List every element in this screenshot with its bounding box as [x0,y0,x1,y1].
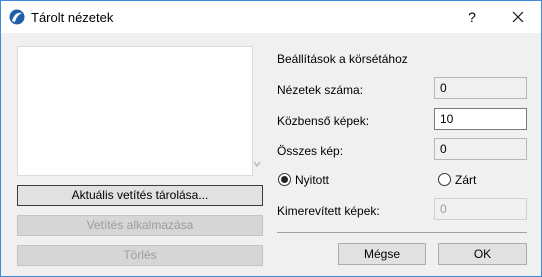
scroll-down-arrow-icon[interactable] [252,159,262,169]
close-icon [512,11,524,23]
frozen-images-label: Kimerevített képek: [277,204,380,218]
ok-button[interactable]: OK [438,243,527,265]
views-count-label: Nézetek száma: [277,83,364,97]
intermediate-images-label: Közbenső képek: [277,114,370,128]
title-bar: Tárolt nézetek ? [1,1,541,33]
radio-open[interactable] [278,173,291,186]
total-images-label: Összes kép: [277,144,344,158]
cancel-button[interactable]: Mégse [338,243,426,265]
delete-button[interactable]: Törlés [17,245,263,266]
radio-open-label[interactable]: Nyitott [295,173,329,187]
total-images-field: 0 [434,138,527,160]
help-button[interactable]: ? [449,1,495,33]
archicad-app-icon [9,9,25,25]
stored-views-list[interactable] [17,46,253,176]
views-count-field: 0 [434,77,527,99]
frozen-images-input[interactable]: 0 [434,198,527,220]
intermediate-images-input[interactable]: 10 [434,108,527,130]
radio-closed-label[interactable]: Zárt [455,173,476,187]
dialog-window: Tárolt nézetek ? Aktuális vetítés tárolá… [0,0,542,277]
radio-selected-dot [281,176,288,183]
radio-closed[interactable] [438,173,451,186]
section-title: Beállítások a körsétához [277,52,408,66]
window-title: Tárolt nézetek [31,10,114,25]
close-button[interactable] [495,1,541,33]
apply-view-button[interactable]: Vetítés alkalmazása [17,215,263,236]
store-current-view-button[interactable]: Aktuális vetítés tárolása... [17,185,263,206]
separator [277,232,527,233]
